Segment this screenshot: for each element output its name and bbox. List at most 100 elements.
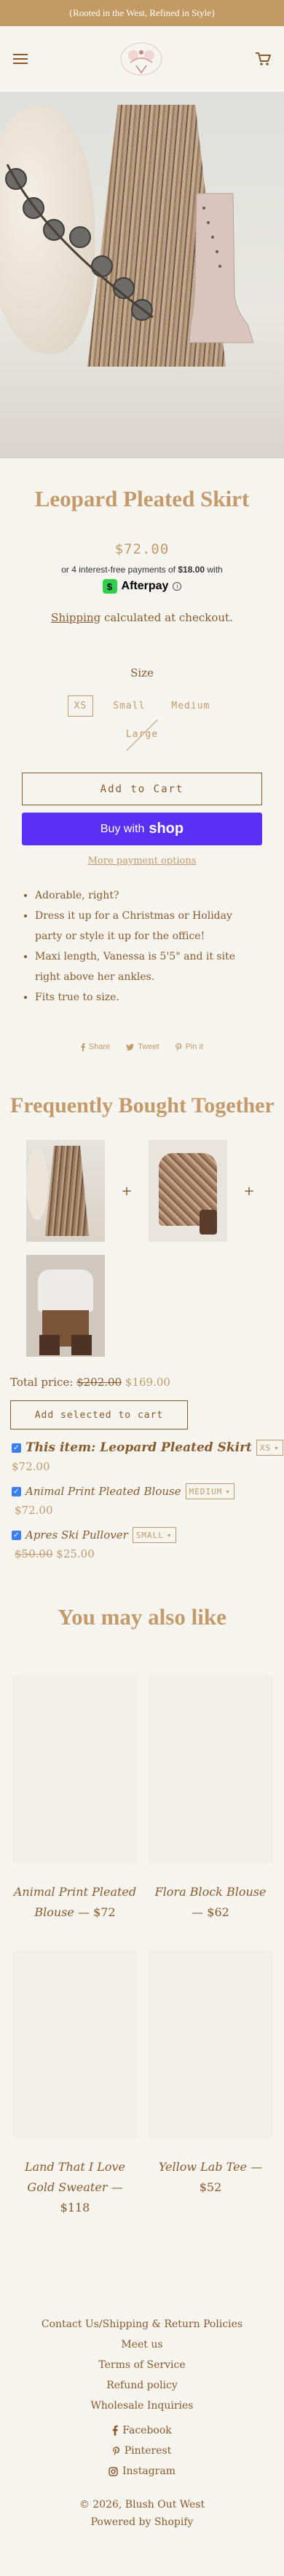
add-selected-to-cart-button[interactable]: Add selected to cart — [10, 1400, 188, 1429]
product-price: $72.00 — [114, 541, 170, 557]
afterpay-amount: $18.00 — [178, 565, 205, 575]
you-may-also-like-title: You may also like — [58, 1604, 226, 1630]
product-card-image[interactable] — [149, 1950, 272, 2138]
social-link-instagram[interactable]: Instagram — [0, 2461, 284, 2481]
product-card-price: $62 — [207, 1905, 229, 1919]
size-selector: XS Small Medium Large — [0, 695, 284, 745]
afterpay-prefix: or 4 interest-free payments of — [61, 565, 175, 575]
fbt-item-name[interactable]: Apres Ski Pullover — [25, 1528, 128, 1542]
info-icon[interactable]: i — [173, 582, 182, 591]
product-card-image[interactable] — [149, 1675, 272, 1863]
fbt-title: Frequently Bought Together — [10, 1093, 275, 1117]
social-label: Instagram — [122, 2465, 175, 2477]
size-label: Size — [130, 666, 154, 679]
footer-link[interactable]: Wholesale Inquiries — [0, 2396, 284, 2416]
checkbox-checked-icon[interactable]: ✓ — [12, 1443, 21, 1453]
afterpay-icon: $ — [102, 579, 117, 594]
total-label: Total price: — [10, 1376, 74, 1389]
fbt-total: Total price: $202.00 $169.00 — [10, 1376, 284, 1389]
hamburger-icon[interactable] — [13, 54, 28, 64]
shipping-link[interactable]: Shipping — [51, 611, 100, 624]
footer-link[interactable]: Contact Us/Shipping & Return Policies — [0, 2314, 284, 2334]
dash: — — [111, 2180, 123, 2194]
product-card-info[interactable]: Yellow Lab Tee — $52 — [149, 2157, 272, 2198]
twitter-icon — [126, 1043, 135, 1050]
size-option-medium[interactable]: Medium — [165, 695, 216, 717]
fbt-image-pullover[interactable] — [26, 1255, 105, 1357]
size-option-xs[interactable]: XS — [67, 695, 94, 717]
fbt-image-skirt[interactable] — [26, 1140, 105, 1242]
product-title: Leopard Pleated Skirt — [34, 486, 250, 511]
social-link-facebook[interactable]: Facebook — [0, 2420, 284, 2441]
product-card-name: Flora Block Blouse — [154, 1885, 267, 1899]
product-image[interactable] — [0, 92, 284, 458]
product-card-image[interactable] — [13, 1950, 137, 2138]
afterpay-suffix: with — [207, 565, 223, 575]
share-links: Share Tweet Pin it — [0, 1042, 284, 1051]
more-payment-options-link[interactable]: More payment options — [0, 856, 284, 866]
share-facebook-button[interactable]: Share — [81, 1042, 110, 1051]
add-to-cart-button[interactable]: Add to Cart — [22, 773, 262, 805]
fbt-item-name[interactable]: Animal Print Pleated Blouse — [25, 1485, 181, 1498]
dash: — — [77, 1905, 90, 1919]
product-card-info[interactable]: Land That I Love Gold Sweater — $118 — [13, 2157, 137, 2218]
size-option-small[interactable]: Small — [106, 695, 151, 717]
fbt-plus: + — [121, 1183, 133, 1199]
pin-label: Pin it — [185, 1042, 204, 1051]
fbt-size-select[interactable]: XS ▾ — [256, 1440, 283, 1456]
social-label: Facebook — [122, 2425, 172, 2436]
chevron-down-icon: ▾ — [225, 1486, 231, 1496]
fbt-item-price: $72.00 — [15, 1504, 53, 1517]
fbt-item-name: This item: Leopard Pleated Skirt — [25, 1440, 252, 1455]
footer-link[interactable]: Terms of Service — [0, 2355, 284, 2375]
afterpay-brand: Afterpay — [121, 580, 169, 592]
fbt-size-select[interactable]: SMALL ▾ — [132, 1527, 176, 1543]
checkbox-checked-icon[interactable]: ✓ — [12, 1530, 21, 1540]
fbt-size-select[interactable]: MEDIUM ▾ — [185, 1483, 234, 1499]
cart-icon[interactable] — [255, 52, 271, 66]
chevron-down-icon: ▾ — [274, 1443, 280, 1453]
cowboy-boot — [189, 193, 254, 343]
share-twitter-button[interactable]: Tweet — [126, 1042, 159, 1051]
fbt-images-row-2 — [26, 1255, 284, 1357]
product-card[interactable]: Animal Print Pleated Blouse — $72 — [13, 1675, 137, 1923]
social-link-pinterest[interactable]: Pinterest — [0, 2441, 284, 2461]
share-label: Share — [88, 1042, 111, 1051]
product-card-name: Yellow Lab Tee — [158, 2160, 248, 2174]
powered-by-link[interactable]: Powered by Shopify — [0, 2513, 284, 2531]
product-card-image[interactable] — [13, 1675, 137, 1863]
fbt-image-blouse[interactable] — [149, 1140, 227, 1242]
site-footer: Contact Us/Shipping & Return Policies Me… — [0, 2314, 284, 2531]
copyright-text[interactable]: © 2026, Blush Out West — [0, 2496, 284, 2513]
fbt-item: ✓ Animal Print Pleated Blouse MEDIUM ▾ $7… — [12, 1483, 284, 1517]
social-label: Pinterest — [124, 2445, 172, 2457]
product-card-price: $118 — [60, 2201, 90, 2214]
checkbox-checked-icon[interactable]: ✓ — [12, 1486, 21, 1496]
site-header — [0, 26, 284, 92]
product-card[interactable]: Yellow Lab Tee — $52 — [149, 1950, 272, 2218]
product-card-info[interactable]: Animal Print Pleated Blouse — $72 — [13, 1882, 137, 1923]
buy-with-label: Buy with — [100, 822, 145, 835]
description-item: Dress it up for a Christmas or Holiday p… — [35, 906, 262, 946]
shipping-rest: calculated at checkout. — [103, 611, 233, 624]
tweet-label: Tweet — [138, 1042, 159, 1051]
chevron-down-icon: ▾ — [166, 1530, 173, 1540]
fbt-item-price: $25.00 — [56, 1547, 95, 1560]
footer-link[interactable]: Meet us — [0, 2334, 284, 2355]
site-logo[interactable] — [117, 39, 165, 79]
fbt-item-price: $72.00 — [12, 1460, 50, 1473]
select-value: SMALL — [135, 1530, 164, 1540]
product-card-name: Land That I Love Gold Sweater — [25, 2160, 125, 2194]
product-card-info[interactable]: Flora Block Blouse — $62 — [149, 1882, 272, 1923]
share-pinterest-button[interactable]: Pin it — [175, 1042, 203, 1051]
select-value: MEDIUM — [189, 1486, 223, 1496]
pinterest-icon — [175, 1042, 181, 1050]
footer-link[interactable]: Refund policy — [0, 2375, 284, 2396]
product-card[interactable]: Flora Block Blouse — $62 — [149, 1675, 272, 1923]
facebook-icon — [113, 2425, 119, 2436]
product-card[interactable]: Land That I Love Gold Sweater — $118 — [13, 1950, 137, 2218]
shop-pay-button[interactable]: Buy with shop — [22, 813, 262, 845]
description-item: Maxi length, Vanessa is 5'5" and it site… — [35, 946, 262, 987]
afterpay-badge-row[interactable]: $ Afterpay i — [0, 579, 284, 594]
size-option-large[interactable]: Large — [119, 724, 165, 745]
